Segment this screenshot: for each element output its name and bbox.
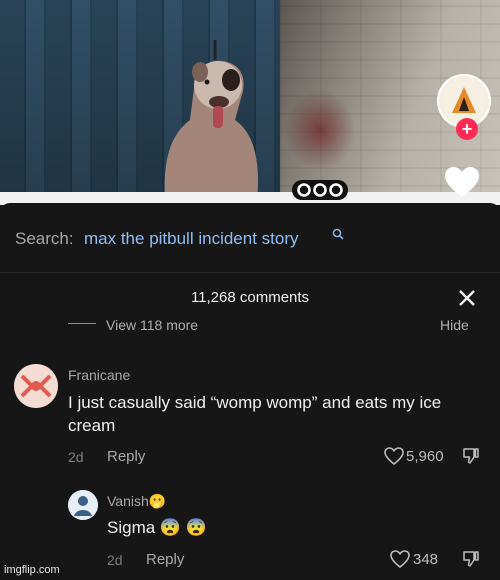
creator-avatar-art (444, 81, 484, 121)
comment-text: I just casually said “womp womp” and eat… (68, 393, 442, 435)
dislike-icon[interactable] (462, 447, 480, 465)
username-text: Vanish (107, 493, 149, 509)
hide-replies-button[interactable]: Hide (440, 317, 469, 333)
like-heart-icon[interactable] (384, 447, 404, 465)
comments-count: 11,268 comments (190, 289, 310, 306)
watermark: imgflip.com (4, 564, 60, 576)
dislike-icon[interactable] (462, 550, 480, 568)
search-suggestion[interactable]: Search: max the pitbull incident story (0, 203, 500, 273)
like-count: 5,960 (406, 448, 444, 465)
comments-panel: Search: max the pitbull incident story 1… (0, 203, 500, 580)
search-icon[interactable] (332, 228, 344, 240)
avatar-art (14, 364, 58, 408)
more-dots-icon[interactable] (292, 180, 348, 200)
like-heart-icon[interactable] (390, 550, 410, 568)
view-more-dash (68, 323, 96, 324)
avatar[interactable] (14, 364, 58, 408)
dog-figure (164, 40, 258, 200)
avatar-art (68, 490, 98, 520)
comment-username[interactable]: Franicane (68, 367, 130, 383)
comment-age: 2d (68, 449, 84, 465)
search-label: Search: (15, 229, 74, 248)
video-stain (285, 90, 355, 170)
search-query-link[interactable]: max the pitbull incident story (84, 229, 299, 249)
heart-icon[interactable] (444, 166, 480, 198)
video-player[interactable]: + (0, 0, 500, 205)
screen: { "search": { "label": "Search:", "query… (0, 0, 500, 580)
reply-button[interactable]: Reply (146, 551, 184, 568)
close-icon[interactable] (456, 287, 478, 309)
follow-plus-icon[interactable]: + (456, 118, 478, 140)
comment-age: 2d (107, 552, 123, 568)
avatar[interactable] (68, 490, 98, 520)
username-emoji: 🫢 (148, 493, 167, 509)
like-count: 348 (413, 551, 439, 568)
view-more-label: View 118 more (106, 317, 199, 331)
view-more-replies[interactable]: View 118 more (68, 315, 368, 331)
comment-username[interactable]: Vanish🫢 (107, 493, 166, 510)
reply-button[interactable]: Reply (107, 448, 145, 465)
comment-text: Sigma 😨 😨 (107, 518, 207, 537)
